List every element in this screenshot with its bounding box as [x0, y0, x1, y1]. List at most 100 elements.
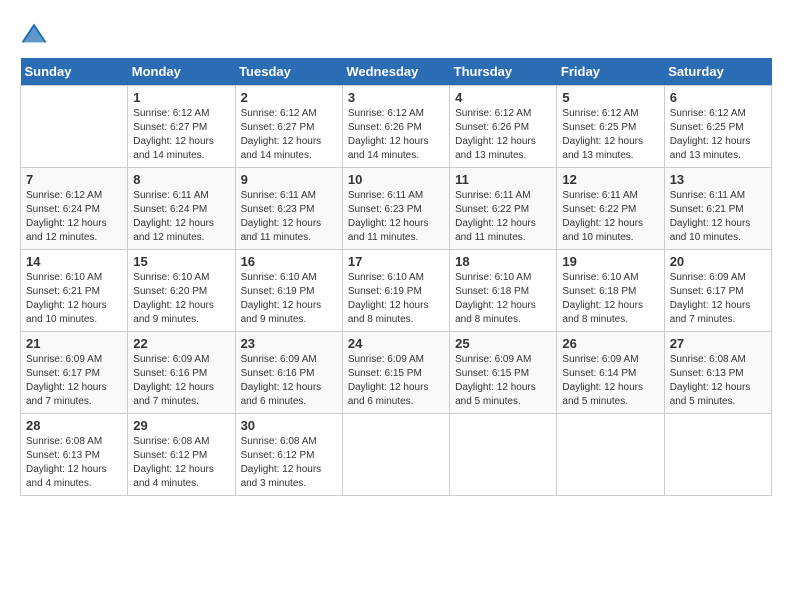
day-cell	[21, 86, 128, 168]
day-cell: 5 Sunrise: 6:12 AM Sunset: 6:25 PM Daylig…	[557, 86, 664, 168]
day-cell: 8 Sunrise: 6:11 AM Sunset: 6:24 PM Daylig…	[128, 168, 235, 250]
day-info: Sunrise: 6:11 AM Sunset: 6:24 PM Dayligh…	[133, 189, 229, 245]
day-cell: 16 Sunrise: 6:10 AM Sunset: 6:19 PM Dayli…	[235, 250, 342, 332]
day-number: 22	[133, 336, 229, 351]
day-number: 4	[455, 90, 551, 105]
day-cell: 27Sunrise: 6:08 AM Sunset: 6:13 PM Dayli…	[664, 332, 771, 414]
day-info: Sunrise: 6:09 AM Sunset: 6:16 PM Dayligh…	[241, 353, 337, 409]
weekday-header-saturday: Saturday	[664, 58, 771, 86]
day-info: Sunrise: 6:12 AM Sunset: 6:25 PM Dayligh…	[670, 107, 766, 163]
day-cell: 3 Sunrise: 6:12 AM Sunset: 6:26 PM Daylig…	[342, 86, 449, 168]
week-row-2: 14 Sunrise: 6:10 AM Sunset: 6:21 PM Dayli…	[21, 250, 772, 332]
week-row-4: 28 Sunrise: 6:08 AM Sunset: 6:13 PM Dayli…	[21, 414, 772, 496]
day-number: 14	[26, 254, 122, 269]
day-cell: 24 Sunrise: 6:09 AM Sunset: 6:15 PM Dayli…	[342, 332, 449, 414]
day-number: 28	[26, 418, 122, 433]
week-row-0: 1 Sunrise: 6:12 AM Sunset: 6:27 PM Daylig…	[21, 86, 772, 168]
day-cell: 13Sunrise: 6:11 AM Sunset: 6:21 PM Dayli…	[664, 168, 771, 250]
day-number: 25	[455, 336, 551, 351]
day-cell: 21 Sunrise: 6:09 AM Sunset: 6:17 PM Dayli…	[21, 332, 128, 414]
day-number: 26	[562, 336, 658, 351]
day-info: Sunrise: 6:11 AM Sunset: 6:23 PM Dayligh…	[348, 189, 444, 245]
day-info: Sunrise: 6:11 AM Sunset: 6:22 PM Dayligh…	[562, 189, 658, 245]
day-cell: 18 Sunrise: 6:10 AM Sunset: 6:18 PM Dayli…	[450, 250, 557, 332]
day-cell: 29 Sunrise: 6:08 AM Sunset: 6:12 PM Dayli…	[128, 414, 235, 496]
day-info: Sunrise: 6:08 AM Sunset: 6:13 PM Dayligh…	[670, 353, 766, 409]
day-info: Sunrise: 6:10 AM Sunset: 6:18 PM Dayligh…	[455, 271, 551, 327]
day-number: 1	[133, 90, 229, 105]
day-number: 8	[133, 172, 229, 187]
day-number: 6	[670, 90, 766, 105]
day-info: Sunrise: 6:08 AM Sunset: 6:12 PM Dayligh…	[241, 435, 337, 491]
day-number: 3	[348, 90, 444, 105]
day-number: 18	[455, 254, 551, 269]
day-number: 15	[133, 254, 229, 269]
day-number: 20	[670, 254, 766, 269]
day-info: Sunrise: 6:10 AM Sunset: 6:21 PM Dayligh…	[26, 271, 122, 327]
day-number: 11	[455, 172, 551, 187]
day-number: 7	[26, 172, 122, 187]
day-number: 23	[241, 336, 337, 351]
calendar-table: SundayMondayTuesdayWednesdayThursdayFrid…	[20, 58, 772, 496]
day-cell: 11 Sunrise: 6:11 AM Sunset: 6:22 PM Dayli…	[450, 168, 557, 250]
day-info: Sunrise: 6:12 AM Sunset: 6:25 PM Dayligh…	[562, 107, 658, 163]
day-cell: 12 Sunrise: 6:11 AM Sunset: 6:22 PM Dayli…	[557, 168, 664, 250]
day-info: Sunrise: 6:10 AM Sunset: 6:20 PM Dayligh…	[133, 271, 229, 327]
day-cell: 23 Sunrise: 6:09 AM Sunset: 6:16 PM Dayli…	[235, 332, 342, 414]
day-info: Sunrise: 6:09 AM Sunset: 6:17 PM Dayligh…	[26, 353, 122, 409]
day-cell: 6 Sunrise: 6:12 AM Sunset: 6:25 PM Daylig…	[664, 86, 771, 168]
day-cell: 2 Sunrise: 6:12 AM Sunset: 6:27 PM Daylig…	[235, 86, 342, 168]
day-info: Sunrise: 6:08 AM Sunset: 6:12 PM Dayligh…	[133, 435, 229, 491]
day-cell: 4 Sunrise: 6:12 AM Sunset: 6:26 PM Daylig…	[450, 86, 557, 168]
day-number: 17	[348, 254, 444, 269]
day-number: 30	[241, 418, 337, 433]
day-info: Sunrise: 6:12 AM Sunset: 6:26 PM Dayligh…	[455, 107, 551, 163]
day-cell: 30 Sunrise: 6:08 AM Sunset: 6:12 PM Dayli…	[235, 414, 342, 496]
day-cell: 15 Sunrise: 6:10 AM Sunset: 6:20 PM Dayli…	[128, 250, 235, 332]
day-number: 29	[133, 418, 229, 433]
day-cell	[557, 414, 664, 496]
logo	[20, 20, 52, 48]
weekday-header-wednesday: Wednesday	[342, 58, 449, 86]
weekday-header-sunday: Sunday	[21, 58, 128, 86]
day-info: Sunrise: 6:09 AM Sunset: 6:16 PM Dayligh…	[133, 353, 229, 409]
day-cell: 28 Sunrise: 6:08 AM Sunset: 6:13 PM Dayli…	[21, 414, 128, 496]
day-cell: 26 Sunrise: 6:09 AM Sunset: 6:14 PM Dayli…	[557, 332, 664, 414]
week-row-3: 21 Sunrise: 6:09 AM Sunset: 6:17 PM Dayli…	[21, 332, 772, 414]
day-info: Sunrise: 6:09 AM Sunset: 6:15 PM Dayligh…	[455, 353, 551, 409]
day-cell	[664, 414, 771, 496]
day-number: 24	[348, 336, 444, 351]
day-number: 12	[562, 172, 658, 187]
day-cell: 7 Sunrise: 6:12 AM Sunset: 6:24 PM Daylig…	[21, 168, 128, 250]
day-info: Sunrise: 6:09 AM Sunset: 6:17 PM Dayligh…	[670, 271, 766, 327]
page-header	[20, 20, 772, 48]
day-info: Sunrise: 6:12 AM Sunset: 6:26 PM Dayligh…	[348, 107, 444, 163]
day-info: Sunrise: 6:10 AM Sunset: 6:19 PM Dayligh…	[241, 271, 337, 327]
day-info: Sunrise: 6:11 AM Sunset: 6:23 PM Dayligh…	[241, 189, 337, 245]
day-cell: 14 Sunrise: 6:10 AM Sunset: 6:21 PM Dayli…	[21, 250, 128, 332]
day-cell	[450, 414, 557, 496]
day-cell: 9Sunrise: 6:11 AM Sunset: 6:23 PM Daylig…	[235, 168, 342, 250]
week-row-1: 7 Sunrise: 6:12 AM Sunset: 6:24 PM Daylig…	[21, 168, 772, 250]
day-number: 21	[26, 336, 122, 351]
day-cell: 25 Sunrise: 6:09 AM Sunset: 6:15 PM Dayli…	[450, 332, 557, 414]
day-number: 13	[670, 172, 766, 187]
day-number: 2	[241, 90, 337, 105]
day-info: Sunrise: 6:12 AM Sunset: 6:24 PM Dayligh…	[26, 189, 122, 245]
day-number: 19	[562, 254, 658, 269]
day-info: Sunrise: 6:12 AM Sunset: 6:27 PM Dayligh…	[241, 107, 337, 163]
day-info: Sunrise: 6:12 AM Sunset: 6:27 PM Dayligh…	[133, 107, 229, 163]
day-cell	[342, 414, 449, 496]
day-cell: 10 Sunrise: 6:11 AM Sunset: 6:23 PM Dayli…	[342, 168, 449, 250]
weekday-header-row: SundayMondayTuesdayWednesdayThursdayFrid…	[21, 58, 772, 86]
weekday-header-monday: Monday	[128, 58, 235, 86]
day-info: Sunrise: 6:09 AM Sunset: 6:14 PM Dayligh…	[562, 353, 658, 409]
day-cell: 17 Sunrise: 6:10 AM Sunset: 6:19 PM Dayli…	[342, 250, 449, 332]
day-number: 16	[241, 254, 337, 269]
day-number: 5	[562, 90, 658, 105]
day-number: 10	[348, 172, 444, 187]
day-info: Sunrise: 6:11 AM Sunset: 6:22 PM Dayligh…	[455, 189, 551, 245]
day-info: Sunrise: 6:08 AM Sunset: 6:13 PM Dayligh…	[26, 435, 122, 491]
day-info: Sunrise: 6:09 AM Sunset: 6:15 PM Dayligh…	[348, 353, 444, 409]
day-info: Sunrise: 6:10 AM Sunset: 6:19 PM Dayligh…	[348, 271, 444, 327]
